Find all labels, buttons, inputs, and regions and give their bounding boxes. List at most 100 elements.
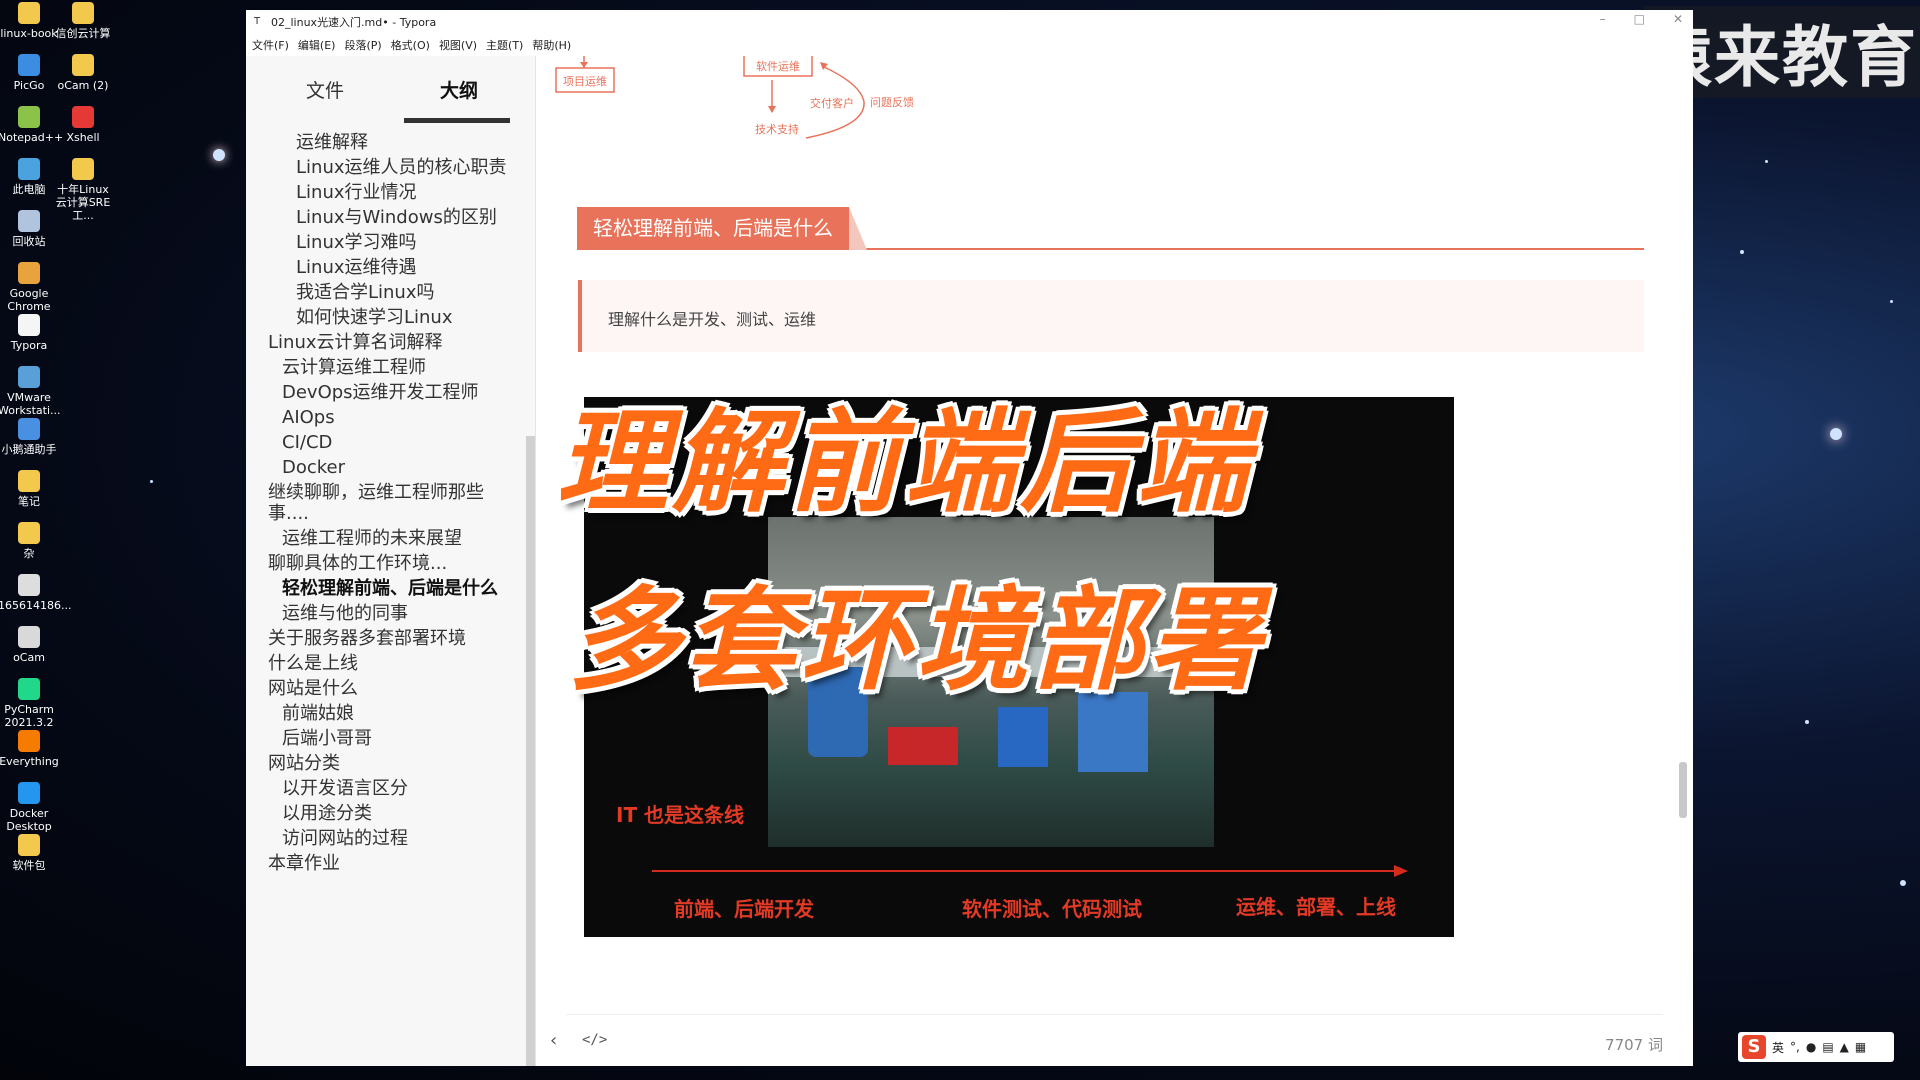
- outline-item[interactable]: 轻松理解前端、后端是什么: [246, 578, 521, 599]
- file-icon: [18, 574, 40, 596]
- outline-item[interactable]: 以开发语言区分: [246, 778, 521, 799]
- microphone-icon[interactable]: ●: [1806, 1040, 1816, 1054]
- folder-icon: [72, 2, 94, 24]
- desktop-icon-19[interactable]: Docker Desktop: [0, 782, 60, 833]
- desktop-icon-20[interactable]: 软件包: [0, 834, 60, 872]
- folder-icon: [18, 2, 40, 24]
- desktop-icon-5[interactable]: Xshell: [52, 106, 114, 144]
- folder-icon: [18, 522, 40, 544]
- desktop-icon-17[interactable]: PyCharm 2021.3.2: [0, 678, 60, 729]
- outline-item[interactable]: 访问网站的过程: [246, 828, 521, 849]
- desktop-icon-label: 此电脑: [12, 183, 46, 196]
- outline-item[interactable]: 以用途分类: [246, 803, 521, 824]
- grid-icon[interactable]: ▦: [1855, 1040, 1866, 1054]
- minimize-icon[interactable]: –: [1600, 12, 1606, 26]
- outline-item[interactable]: Linux行业情况: [246, 182, 521, 203]
- word-count[interactable]: 7707 词: [1605, 1034, 1663, 1055]
- vmware-icon: [18, 366, 40, 388]
- video-caption: IT 也是这条线: [616, 803, 745, 827]
- desktop-icon-18[interactable]: Everything: [0, 730, 60, 768]
- close-icon[interactable]: ✕: [1673, 12, 1683, 26]
- outline-item[interactable]: 运维解释: [246, 132, 521, 153]
- picgo-icon: [18, 54, 40, 76]
- desktop-icon-15[interactable]: 165614186...: [0, 574, 71, 612]
- tab-files[interactable]: 文件: [306, 76, 344, 103]
- desktop-icon-label: Docker Desktop: [6, 807, 52, 833]
- diagram-node-software: 软件运维: [756, 59, 800, 73]
- skin-icon[interactable]: ▲: [1840, 1040, 1849, 1054]
- keyboard-icon[interactable]: ▤: [1822, 1040, 1833, 1054]
- stage-ops: 运维、部署、上线: [1236, 895, 1396, 919]
- desktop-icon-label: 笔记: [18, 495, 40, 508]
- desktop-icon-label: PyCharm 2021.3.2: [4, 703, 54, 729]
- desktop-icon-2[interactable]: PicGo: [0, 54, 60, 92]
- desktop-icon-label: Xshell: [66, 131, 100, 144]
- menu-paragraph[interactable]: 段落(P): [344, 37, 381, 53]
- outline-item[interactable]: 聊聊具体的工作环境...: [246, 553, 521, 574]
- menu-view[interactable]: 视图(V): [439, 37, 477, 53]
- outline-item[interactable]: 网站分类: [246, 753, 521, 774]
- desktop-icon-12[interactable]: 小鹅通助手: [0, 418, 60, 456]
- outline-item[interactable]: 前端姑娘: [246, 703, 521, 724]
- menu-theme[interactable]: 主题(T): [486, 37, 523, 53]
- punctuation-icon[interactable]: °,: [1790, 1040, 1800, 1054]
- pycharm-icon: [18, 678, 40, 700]
- outline-item[interactable]: 网站是什么: [246, 678, 521, 699]
- outline-item[interactable]: 我适合学Linux吗: [246, 282, 521, 303]
- folder-icon: [72, 54, 94, 76]
- outline-item[interactable]: 后端小哥哥: [246, 728, 521, 749]
- desktop-icon-label: 信创云计算: [55, 27, 111, 40]
- desktop-icon-13[interactable]: 笔记: [0, 470, 60, 508]
- outline-item[interactable]: 本章作业: [246, 853, 521, 874]
- desktop-icon-6[interactable]: 此电脑: [0, 158, 60, 196]
- desktop-icon-7[interactable]: 十年Linux云计算SRE工...: [52, 158, 114, 222]
- menu-format[interactable]: 格式(O): [391, 37, 430, 53]
- desktop-icon-9[interactable]: Google Chrome: [0, 262, 60, 313]
- desktop-icon-0[interactable]: linux-book: [0, 2, 60, 40]
- outline-item[interactable]: 如何快速学习Linux: [246, 307, 521, 328]
- outline-item[interactable]: Linux云计算名词解释: [246, 332, 521, 353]
- desktop-icon-8[interactable]: 回收站: [0, 210, 60, 248]
- editor-scrollbar[interactable]: [1679, 762, 1687, 818]
- outline-item[interactable]: Linux运维人员的核心职责: [246, 157, 521, 178]
- ime-toolbar[interactable]: S 英 °, ● ▤ ▲ ▦: [1738, 1032, 1894, 1062]
- section-heading: 轻松理解前端、后端是什么: [577, 207, 1644, 250]
- xshell-icon: [72, 106, 94, 128]
- pipeline-arrow: [652, 870, 1398, 872]
- outline-item[interactable]: Linux与Windows的区别: [246, 207, 521, 228]
- desktop-icon-1[interactable]: 信创云计算: [52, 2, 114, 40]
- desktop-icon-3[interactable]: oCam (2): [52, 54, 114, 92]
- outline-item[interactable]: Linux学习难吗: [246, 232, 521, 253]
- desktop-icon-11[interactable]: VMware Workstati...: [0, 366, 61, 417]
- outline-item[interactable]: 什么是上线: [246, 653, 521, 674]
- maximize-icon[interactable]: □: [1634, 12, 1645, 26]
- menu-help[interactable]: 帮助(H): [532, 37, 571, 53]
- chevron-left-icon[interactable]: ‹: [550, 1030, 557, 1051]
- sidebar-scrollbar[interactable]: [526, 436, 535, 1066]
- outline-item[interactable]: 运维工程师的未来展望: [246, 528, 521, 549]
- sidebar: 文件 大纲 运维解释 Linux运维人员的核心职责 Linux行业情况 Linux与W…: [246, 56, 536, 1066]
- diagram-label-support: 技术支持: [755, 122, 799, 136]
- source-code-toggle[interactable]: </>: [582, 1032, 607, 1048]
- outline-item[interactable]: 关于服务器多套部署环境: [246, 628, 521, 649]
- outline-list: 运维解释 Linux运维人员的核心职责 Linux行业情况 Linux与Windows…: [246, 132, 521, 1066]
- outline-item[interactable]: DevOps运维开发工程师: [246, 382, 521, 403]
- outline-item[interactable]: 运维与他的同事: [246, 603, 521, 624]
- recycle-bin-icon: [18, 210, 40, 232]
- ime-language[interactable]: 英: [1772, 1039, 1784, 1056]
- outline-item[interactable]: AIOps: [246, 407, 521, 428]
- section-heading-label: 轻松理解前端、后端是什么: [577, 207, 867, 250]
- outline-item[interactable]: 云计算运维工程师: [246, 357, 521, 378]
- outline-item[interactable]: CI/CD: [246, 432, 521, 453]
- desktop-icon-10[interactable]: Typora: [0, 314, 60, 352]
- desktop-icon-16[interactable]: oCam: [0, 626, 60, 664]
- outline-item[interactable]: 继续聊聊，运维工程师那些事....: [246, 482, 521, 524]
- outline-item[interactable]: Docker: [246, 457, 521, 478]
- outline-item[interactable]: Linux运维待遇: [246, 257, 521, 278]
- menu-edit[interactable]: 编辑(E): [298, 37, 336, 53]
- menu-file[interactable]: 文件(F): [252, 37, 289, 53]
- docker-icon: [18, 782, 40, 804]
- desktop-icon-14[interactable]: 杂: [0, 522, 60, 560]
- tab-outline[interactable]: 大纲: [440, 76, 478, 103]
- desktop-icon-4[interactable]: Notepad++: [0, 106, 63, 144]
